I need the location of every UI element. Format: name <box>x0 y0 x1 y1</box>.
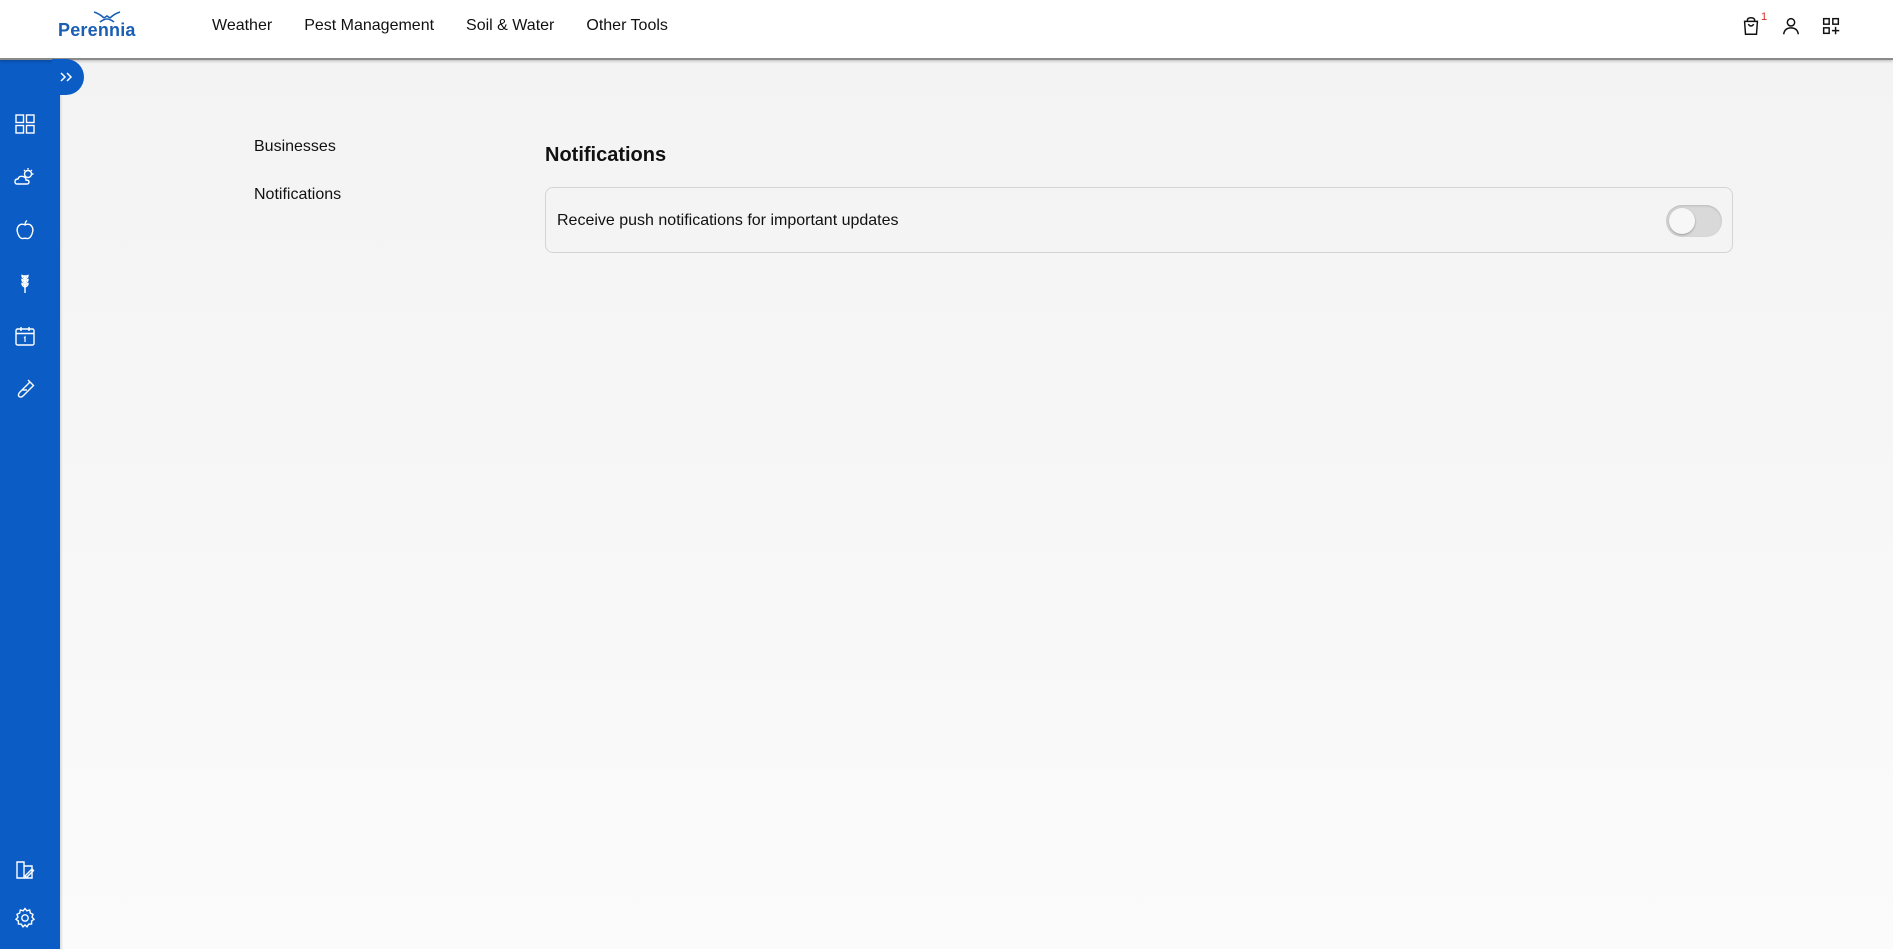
nav-other-tools[interactable]: Other Tools <box>586 17 668 35</box>
user-icon[interactable] <box>1780 15 1802 37</box>
main-nav: Weather Pest Management Soil & Water Oth… <box>212 17 700 35</box>
top-bar: Perennia Weather Pest Management Soil & … <box>0 0 1893 60</box>
push-notification-label: Receive push notifications for important… <box>557 212 899 229</box>
apple-icon[interactable] <box>13 218 37 242</box>
nav-weather[interactable]: Weather <box>212 17 272 35</box>
double-chevron-right-icon <box>60 72 73 82</box>
dashboard-grid-icon[interactable] <box>13 112 37 136</box>
logo-text: Perennia <box>58 20 136 40</box>
wheat-icon[interactable] <box>13 271 37 295</box>
calendar-icon[interactable] <box>13 324 37 348</box>
shopping-bag-icon[interactable] <box>1740 15 1762 37</box>
notifications-title: Notifications <box>545 144 667 166</box>
push-notification-setting: Receive push notifications for important… <box>545 187 1733 253</box>
sidebar <box>0 58 60 949</box>
cart-badge: 1 <box>1761 11 1768 23</box>
weather-cloud-sun-icon[interactable] <box>13 165 37 189</box>
settings-gear-icon[interactable] <box>13 906 37 930</box>
nav-pest-management[interactable]: Pest Management <box>304 17 434 35</box>
apps-grid-icon[interactable] <box>1820 15 1842 37</box>
push-notification-toggle[interactable] <box>1666 205 1722 237</box>
perennia-logo[interactable]: Perennia <box>56 10 140 40</box>
toggle-knob <box>1669 208 1695 234</box>
settings-nav-businesses[interactable]: Businesses <box>254 138 336 156</box>
document-edit-icon[interactable] <box>13 858 37 882</box>
test-tube-icon[interactable] <box>13 377 37 401</box>
sidebar-shadow <box>60 58 63 949</box>
nav-soil-water[interactable]: Soil & Water <box>466 17 554 35</box>
settings-nav-notifications[interactable]: Notifications <box>254 186 341 204</box>
